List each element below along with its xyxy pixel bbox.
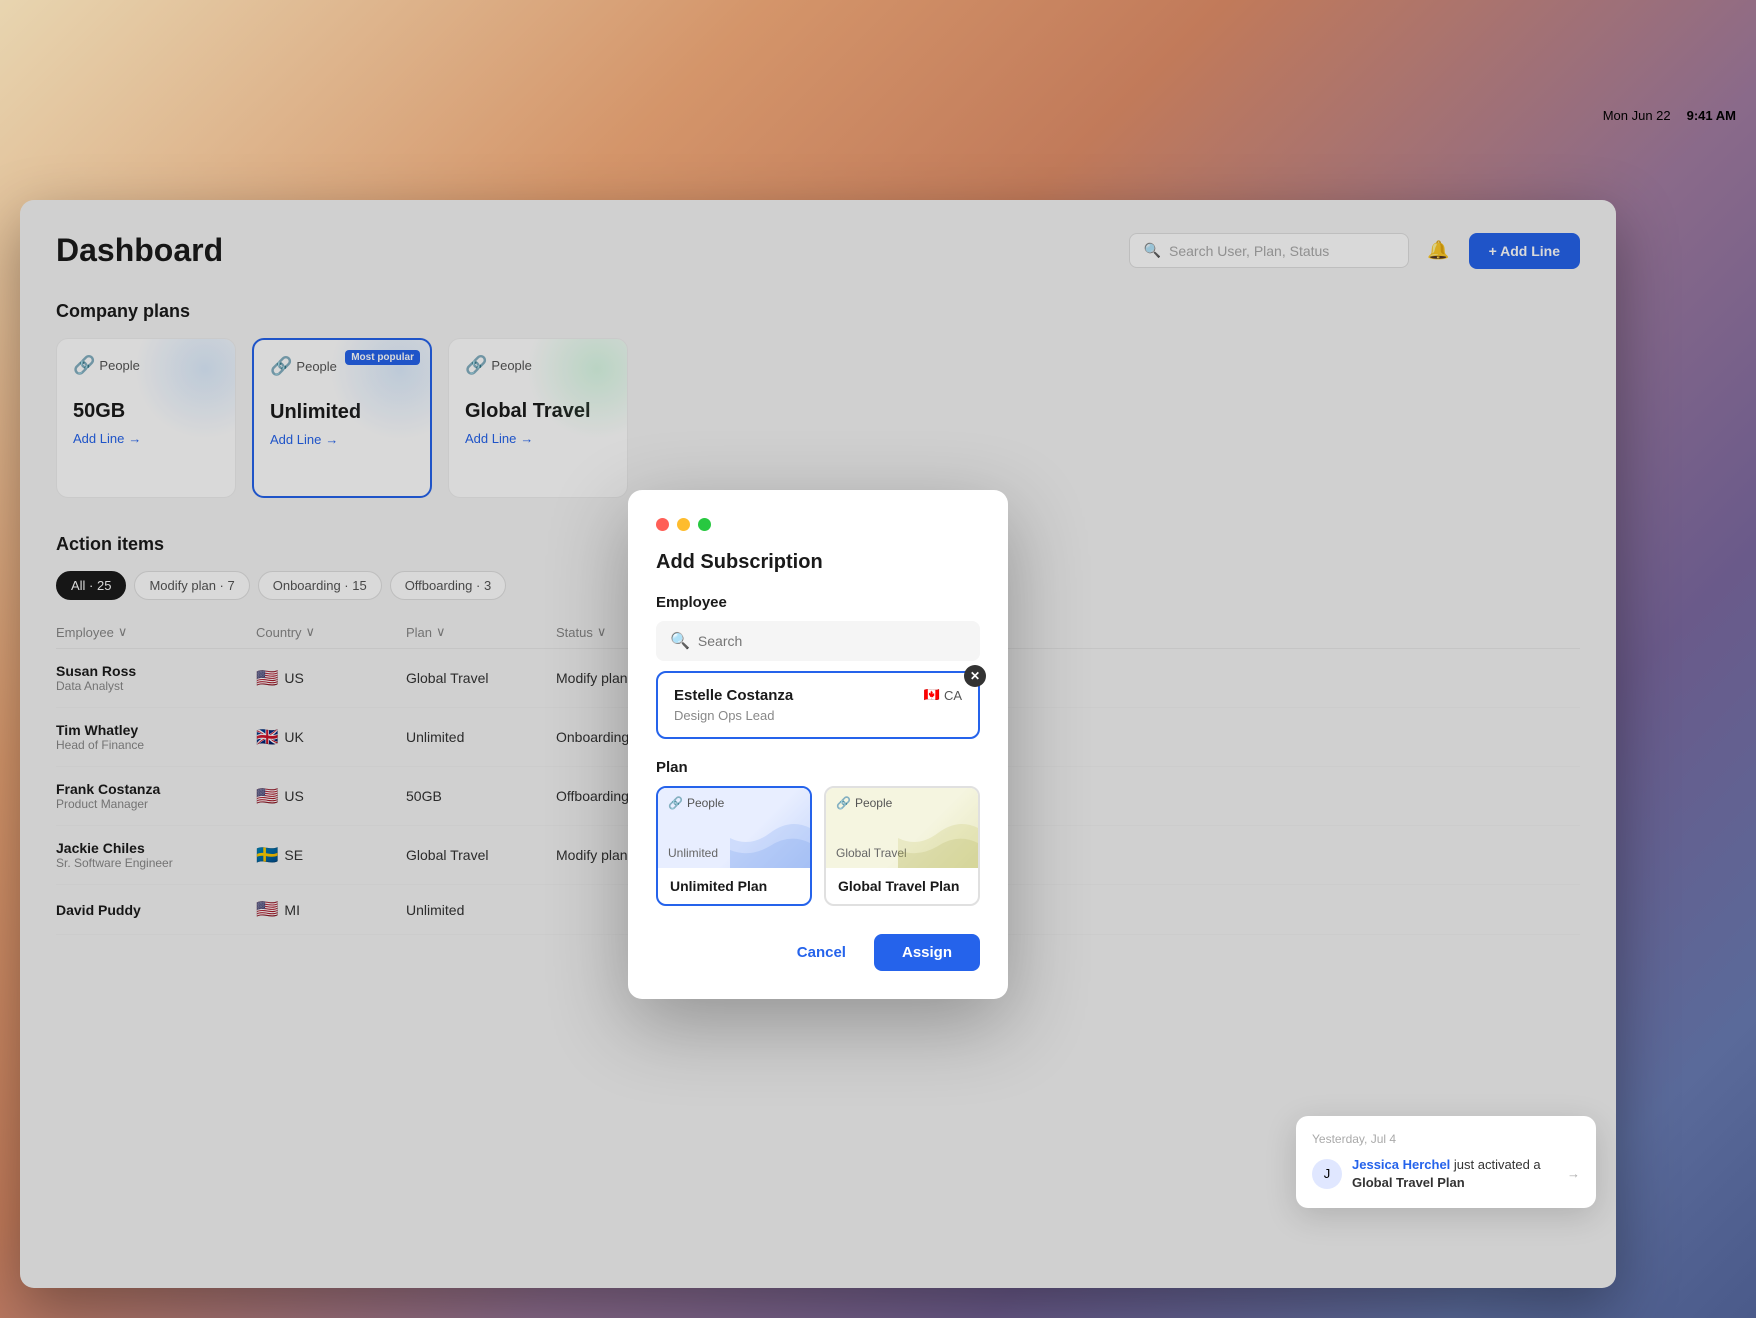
search-icon: 🔍 [670, 631, 690, 651]
notification-header: Yesterday, Jul 4 [1312, 1132, 1580, 1146]
plan-options: 🔗 People Unlimited Unlimited Plan [656, 786, 980, 906]
plan-option-name-unlimited: Unlimited Plan [658, 868, 810, 904]
people-icon: 🔗 [836, 796, 851, 810]
plan-preview-label: Unlimited [668, 846, 718, 860]
plan-option-unlimited[interactable]: 🔗 People Unlimited Unlimited Plan [656, 786, 812, 906]
plan-name-suffix: Plan [734, 878, 767, 894]
plan-preview-unlimited: 🔗 People Unlimited [658, 788, 810, 868]
cancel-button[interactable]: Cancel [781, 934, 862, 971]
traffic-light-maximize[interactable] [698, 518, 711, 531]
window-content: Dashboard 🔍 Search User, Plan, Status 🔔 … [20, 200, 1616, 1288]
plan-name-suffix: Plan [926, 878, 959, 894]
notification-item[interactable]: J Jessica Herchel just activated a Globa… [1312, 1156, 1580, 1192]
plan-name-highlight: Global Travel [838, 878, 926, 894]
employee-section-label: Employee [656, 594, 980, 611]
plan-preview-icon: 🔗 People [836, 796, 892, 810]
notification-text: Jessica Herchel just activated a Global … [1352, 1156, 1557, 1192]
modal-search-bar[interactable]: 🔍 [656, 621, 980, 661]
plan-preview-global-travel: 🔗 People Global Travel [826, 788, 978, 868]
selected-employee-card: ✕ Estelle Costanza 🇨🇦 CA Design Ops Lead [656, 671, 980, 739]
notification-link: Global Travel Plan [1352, 1175, 1465, 1190]
notification-panel: Yesterday, Jul 4 J Jessica Herchel just … [1296, 1116, 1596, 1208]
plan-preview-icon: 🔗 People [668, 796, 724, 810]
plan-option-name-global-travel: Global Travel Plan [826, 868, 978, 904]
modal-actions: Cancel Assign [656, 934, 980, 971]
plan-option-global-travel[interactable]: 🔗 People Global Travel Global Travel Pla… [824, 786, 980, 906]
traffic-light-minimize[interactable] [677, 518, 690, 531]
plan-section-label: Plan [656, 759, 980, 776]
modal-overlay: Add Subscription Employee 🔍 ✕ Estelle Co… [20, 200, 1616, 1288]
app-window: Dashboard 🔍 Search User, Plan, Status 🔔 … [20, 200, 1616, 1288]
notification-middle: just activated a [1454, 1157, 1541, 1172]
notification-avatar: J [1312, 1159, 1342, 1189]
plan-preview-icon-label: People [855, 796, 892, 810]
plan-wave-svg [898, 808, 978, 868]
employee-card-flag: 🇨🇦 CA [924, 687, 962, 703]
close-employee-button[interactable]: ✕ [964, 665, 986, 687]
notification-arrow: → [1567, 1166, 1580, 1181]
plan-wave-svg [730, 808, 810, 868]
employee-card-top: Estelle Costanza 🇨🇦 CA [674, 687, 962, 704]
flag-icon: 🇨🇦 [924, 687, 940, 703]
plan-preview-icon-label: People [687, 796, 724, 810]
menubar-date: Mon Jun 22 [1603, 108, 1671, 123]
selected-employee-name: Estelle Costanza [674, 687, 793, 704]
assign-button[interactable]: Assign [874, 934, 980, 971]
plan-name-highlight: Unlimited [670, 878, 734, 894]
traffic-light-close[interactable] [656, 518, 669, 531]
menubar: Mon Jun 22 9:41 AM [0, 100, 1756, 130]
modal-title: Add Subscription [656, 551, 980, 574]
country-code: CA [944, 688, 962, 703]
employee-search-input[interactable] [698, 633, 966, 649]
people-icon: 🔗 [668, 796, 683, 810]
add-subscription-modal: Add Subscription Employee 🔍 ✕ Estelle Co… [628, 490, 1008, 999]
modal-traffic-lights [656, 518, 980, 531]
notification-actor: Jessica Herchel [1352, 1157, 1450, 1172]
menubar-time: 9:41 AM [1687, 108, 1736, 123]
plan-preview-label: Global Travel [836, 846, 907, 860]
selected-employee-role: Design Ops Lead [674, 708, 962, 723]
